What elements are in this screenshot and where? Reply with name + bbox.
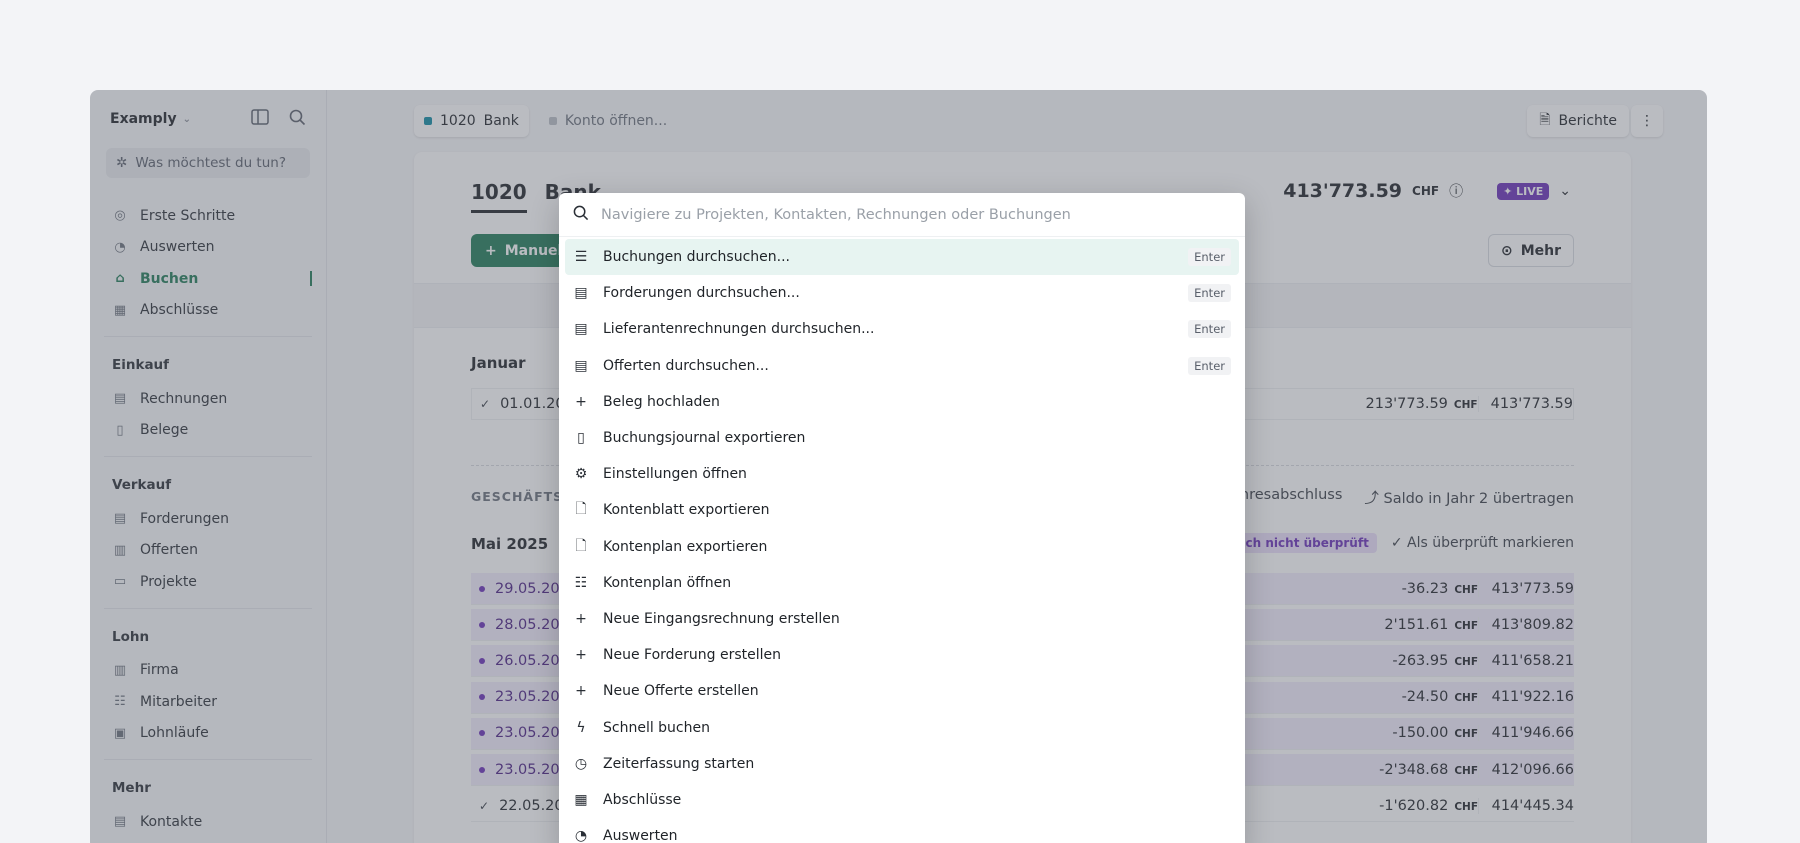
- calendar-icon: ▦: [574, 791, 588, 808]
- plus-icon: +: [575, 393, 587, 410]
- palette-item-label: Zeiterfassung starten: [603, 755, 755, 772]
- palette-item-label: Kontenplan öffnen: [603, 574, 732, 591]
- palette-item[interactable]: ◷ Zeiterfassung starten: [565, 746, 1239, 782]
- palette-item-label: Neue Offerte erstellen: [603, 683, 759, 700]
- command-palette: ☰ Buchungen durchsuchen... Enter ▤ Forderung…: [559, 193, 1245, 843]
- palette-item[interactable]: ▯ Buchungsjournal exportieren: [565, 420, 1239, 456]
- palette-item-label: Neue Forderung erstellen: [603, 647, 782, 664]
- palette-item[interactable]: 🗋 Kontenplan exportieren: [565, 529, 1239, 565]
- book-icon: ▯: [577, 430, 585, 447]
- palette-item[interactable]: 🗋 Kontenblatt exportieren: [565, 492, 1239, 528]
- palette-item-label: Schnell buchen: [603, 719, 710, 736]
- document-icon: ▤: [574, 285, 588, 302]
- palette-results: ☰ Buchungen durchsuchen... Enter ▤ Forderung…: [559, 237, 1245, 843]
- palette-item-label: Kontenblatt exportieren: [603, 502, 770, 519]
- document-icon: ▤: [574, 357, 588, 374]
- file-chart-icon: 🗋: [575, 501, 587, 518]
- palette-item-label: Lieferantenrechnungen durchsuchen...: [603, 321, 875, 338]
- document-icon: ▤: [574, 321, 588, 338]
- palette-item-label: Buchungen durchsuchen...: [603, 249, 790, 266]
- palette-item-label: Einstellungen öffnen: [603, 466, 747, 483]
- palette-item[interactable]: + Neue Eingangsrechnung erstellen: [565, 601, 1239, 637]
- palette-item-label: Auswerten: [603, 828, 678, 843]
- palette-item[interactable]: ◔ Auswerten: [565, 818, 1239, 843]
- palette-item-label: Offerten durchsuchen...: [603, 357, 769, 374]
- enter-shortcut-hint: Enter: [1188, 248, 1231, 267]
- plus-icon: +: [575, 683, 587, 700]
- enter-shortcut-hint: Enter: [1188, 284, 1231, 303]
- palette-item[interactable]: ☷ Kontenplan öffnen: [565, 565, 1239, 601]
- palette-item-label: Kontenplan exportieren: [603, 538, 768, 555]
- palette-item[interactable]: ☰ Buchungen durchsuchen... Enter: [565, 239, 1239, 276]
- palette-item-label: Abschlüsse: [603, 791, 682, 808]
- lightning-icon: ϟ: [576, 719, 586, 736]
- clock-icon: ◷: [574, 755, 588, 772]
- palette-item[interactable]: + Beleg hochladen: [565, 384, 1239, 420]
- palette-item[interactable]: ▤ Forderungen durchsuchen... Enter: [565, 275, 1239, 311]
- palette-search: [559, 193, 1245, 237]
- palette-item[interactable]: + Neue Forderung erstellen: [565, 637, 1239, 673]
- list-icon: ☰: [574, 249, 588, 266]
- palette-item[interactable]: + Neue Offerte erstellen: [565, 673, 1239, 709]
- palette-item[interactable]: ϟ Schnell buchen: [565, 709, 1239, 745]
- list-bullets-icon: ☷: [574, 574, 588, 591]
- enter-shortcut-hint: Enter: [1188, 356, 1231, 375]
- gear-icon: ⚙: [574, 466, 588, 483]
- palette-search-input[interactable]: [601, 206, 1231, 223]
- palette-item-label: Beleg hochladen: [603, 393, 720, 410]
- palette-item[interactable]: ▤ Lieferantenrechnungen durchsuchen... Ent…: [565, 311, 1239, 347]
- file-chart-icon: 🗋: [575, 537, 587, 554]
- plus-icon: +: [575, 647, 587, 664]
- enter-shortcut-hint: Enter: [1188, 320, 1231, 339]
- pie-chart-icon: ◔: [574, 828, 588, 843]
- palette-item-label: Neue Eingangsrechnung erstellen: [603, 610, 840, 627]
- search-icon: [573, 205, 589, 225]
- palette-item[interactable]: ⚙ Einstellungen öffnen: [565, 456, 1239, 492]
- plus-icon: +: [575, 610, 587, 627]
- palette-item[interactable]: ▦ Abschlüsse: [565, 782, 1239, 818]
- palette-item[interactable]: ▤ Offerten durchsuchen... Enter: [565, 348, 1239, 384]
- palette-item-label: Buchungsjournal exportieren: [603, 430, 806, 447]
- palette-item-label: Forderungen durchsuchen...: [603, 285, 800, 302]
